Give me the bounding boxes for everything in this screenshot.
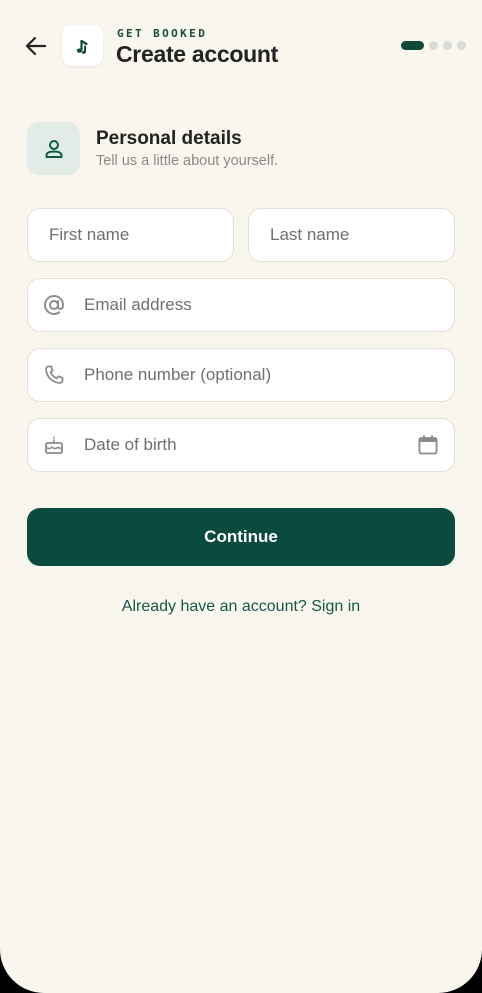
section-icon-tile <box>27 122 80 175</box>
calendar-icon[interactable] <box>416 433 440 457</box>
at-sign-icon <box>42 293 66 317</box>
person-icon <box>45 139 62 158</box>
step-dot <box>457 40 466 50</box>
sign-in-link[interactable]: Already have an account? Sign in <box>0 598 482 616</box>
header-eyebrow: GET BOOKED <box>117 27 208 40</box>
email-field[interactable] <box>27 278 455 332</box>
section-title: Personal details <box>96 128 242 149</box>
step-dot <box>429 40 438 50</box>
music-note-icon <box>76 39 88 54</box>
app-logo <box>62 25 103 66</box>
first-name-field[interactable] <box>27 208 234 262</box>
phone-input[interactable] <box>84 365 454 385</box>
phone-icon <box>42 363 66 387</box>
continue-button[interactable]: Continue <box>27 508 455 566</box>
page-title: Create account <box>116 41 278 67</box>
step-dot-active <box>401 40 424 50</box>
last-name-input[interactable] <box>270 225 454 245</box>
dob-field[interactable] <box>27 418 455 472</box>
last-name-field[interactable] <box>248 208 455 262</box>
cake-icon <box>42 433 66 457</box>
app-screen: GET BOOKED Create account Personal detai… <box>0 0 482 993</box>
arrow-left-icon <box>25 36 47 56</box>
email-input[interactable] <box>84 295 454 315</box>
phone-field[interactable] <box>27 348 455 402</box>
step-indicator <box>401 40 466 50</box>
first-name-input[interactable] <box>49 225 233 245</box>
section-subtitle: Tell us a little about yourself. <box>96 153 279 169</box>
step-dot <box>443 40 452 50</box>
dob-input[interactable] <box>84 435 416 455</box>
back-button[interactable] <box>22 32 50 60</box>
